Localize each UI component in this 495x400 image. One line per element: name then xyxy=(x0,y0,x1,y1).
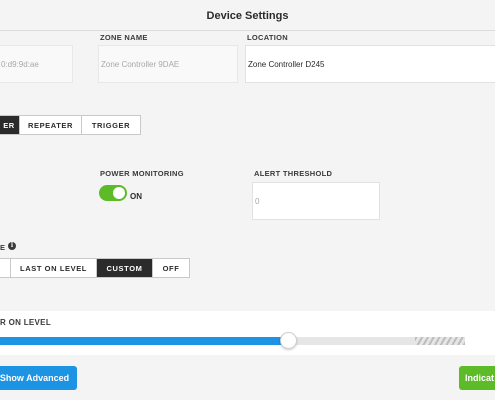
on-level-option-last[interactable]: LAST ON LEVEL xyxy=(11,259,97,277)
power-monitoring-label: POWER MONITORING xyxy=(100,169,184,178)
on-level-panel xyxy=(0,311,495,355)
location-value: Zone Controller D245 xyxy=(248,59,325,69)
zone-name-placeholder: Zone Controller 9DAE xyxy=(101,59,180,69)
on-level-mode-label: E xyxy=(0,243,6,252)
alert-threshold-placeholder: 0 xyxy=(255,196,260,206)
mac-address-field: 0:d9:9d:ae xyxy=(0,45,73,83)
on-level-option-off[interactable]: OFF xyxy=(153,259,189,277)
alert-threshold-input[interactable]: 0 xyxy=(252,182,380,220)
on-level-label: R ON LEVEL xyxy=(0,318,52,327)
mode-option-trigger[interactable]: TRIGGER xyxy=(82,116,140,134)
alert-threshold-label: ALERT THRESHOLD xyxy=(254,169,333,178)
toggle-knob xyxy=(113,187,125,199)
on-level-slider-thumb[interactable] xyxy=(280,332,297,349)
device-mode-selector: ER REPEATER TRIGGER xyxy=(0,115,141,135)
mode-option-er[interactable]: ER xyxy=(0,116,20,134)
indicate-button[interactable]: Indicat xyxy=(459,366,495,390)
info-icon[interactable]: i xyxy=(8,242,16,250)
power-monitoring-toggle[interactable] xyxy=(99,185,127,201)
device-settings-page: Device Settings 0:d9:9d:ae ZONE NAME Zon… xyxy=(0,0,495,400)
on-level-option-custom[interactable]: CUSTOM xyxy=(97,259,153,277)
location-label: LOCATION xyxy=(247,33,289,42)
page-title: Device Settings xyxy=(206,10,289,22)
mac-address-value: 0:d9:9d:ae xyxy=(1,59,39,69)
header-bar: Device Settings xyxy=(0,0,495,31)
power-monitoring-state: ON xyxy=(130,192,142,201)
show-advanced-button[interactable]: Show Advanced xyxy=(0,366,77,390)
zone-name-label: ZONE NAME xyxy=(100,33,148,42)
zone-name-input[interactable]: Zone Controller 9DAE xyxy=(98,45,238,83)
on-level-mode-selector: LAST ON LEVEL CUSTOM OFF xyxy=(0,258,190,278)
on-level-slider-limit-zone xyxy=(415,337,465,345)
location-input[interactable]: Zone Controller D245 xyxy=(245,45,495,83)
on-level-option-cropped[interactable] xyxy=(0,259,11,277)
on-level-slider-fill xyxy=(0,337,288,345)
mode-option-repeater[interactable]: REPEATER xyxy=(20,116,82,134)
